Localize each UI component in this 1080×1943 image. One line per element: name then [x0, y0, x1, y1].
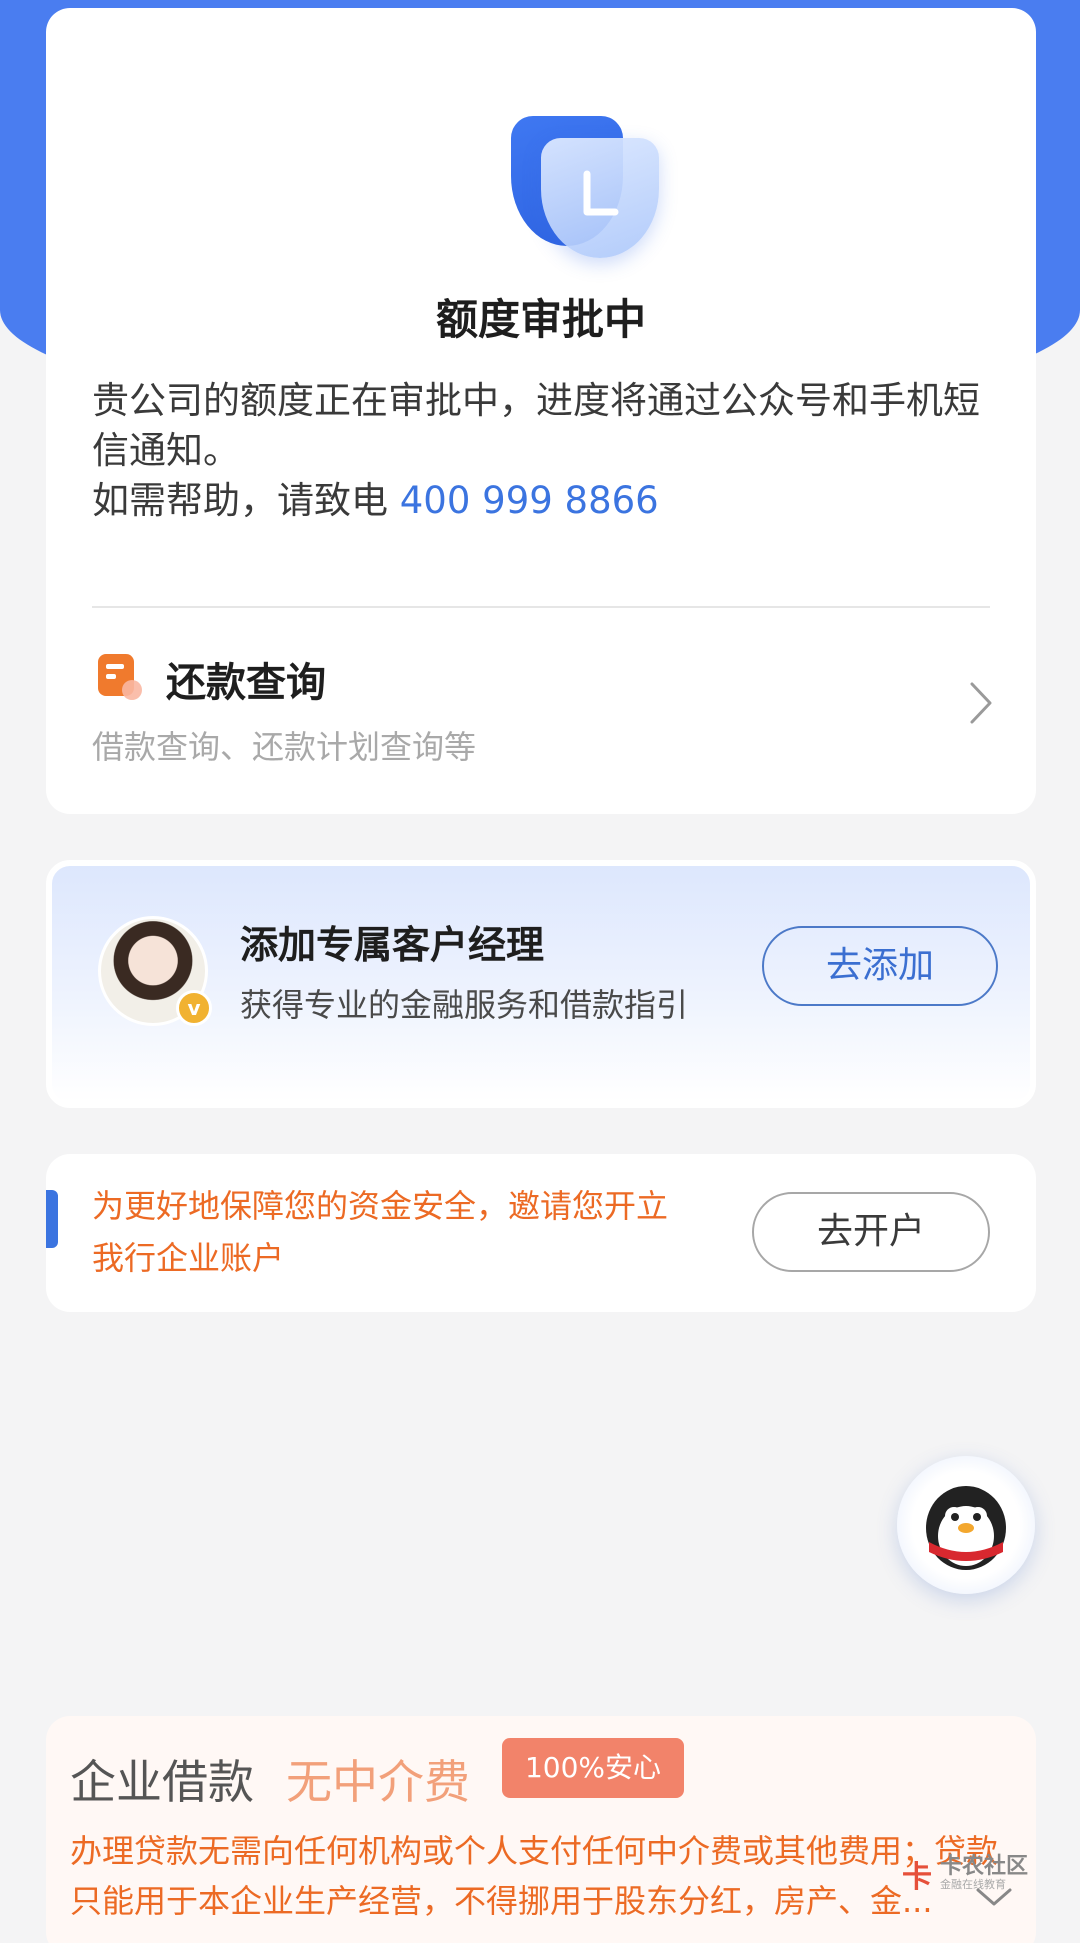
- status-description: 贵公司的额度正在审批中，进度将通过公众号和手机短信通知。 如需帮助，请致电 40…: [92, 376, 992, 526]
- status-title: 额度审批中: [435, 295, 646, 344]
- watermark-logo-icon: 卡: [902, 1860, 932, 1895]
- safety-badge: 100%安心: [502, 1738, 684, 1798]
- manager-subtitle: 获得专业的金融服务和借款指引: [240, 986, 689, 1024]
- manager-title: 添加专属客户经理: [240, 923, 545, 967]
- loan-highlight: 无中介费: [286, 1755, 470, 1809]
- chevron-down-icon[interactable]: [974, 1884, 1014, 1910]
- enterprise-loan-card: 企业借款 无中介费 100%安心 办理贷款无需向任何机构或个人支付任何中介费或其…: [46, 1716, 1036, 1943]
- repay-subtitle: 借款查询、还款计划查询等: [92, 728, 477, 766]
- repay-query-row[interactable]: 还款查询 借款查询、还款计划查询等: [46, 608, 1036, 808]
- accent-bar: [46, 1190, 58, 1248]
- loan-disclaimer: 办理贷款无需向任何机构或个人支付任何中介费或其他费用；贷款只能用于本企业生产经营…: [70, 1832, 999, 1920]
- phone-link[interactable]: 400 999 8866: [400, 479, 659, 522]
- open-account-button[interactable]: 去开户: [752, 1192, 990, 1272]
- document-icon: [98, 654, 142, 700]
- shield-icon: [511, 108, 661, 258]
- open-account-card: 为更好地保障您的资金安全，邀请您开立我行企业账户 去开户: [46, 1154, 1036, 1312]
- add-manager-button[interactable]: 去添加: [762, 926, 998, 1006]
- loan-heading: 企业借款: [70, 1755, 254, 1809]
- approval-status-card: 额度审批中 贵公司的额度正在审批中，进度将通过公众号和手机短信通知。 如需帮助，…: [46, 8, 1036, 814]
- chevron-right-icon: [970, 682, 992, 724]
- penguin-assistant-icon[interactable]: [897, 1456, 1035, 1594]
- help-prefix: 如需帮助，请致电: [92, 479, 400, 522]
- verified-badge-icon: v: [176, 990, 212, 1026]
- account-manager-card: v 添加专属客户经理 获得专业的金融服务和借款指引 去添加: [46, 860, 1036, 1108]
- status-desc-text: 贵公司的额度正在审批中，进度将通过公众号和手机短信通知。: [92, 379, 980, 472]
- open-account-notice: 为更好地保障您的资金安全，邀请您开立我行企业账户: [92, 1187, 669, 1277]
- repay-title: 还款查询: [166, 660, 326, 706]
